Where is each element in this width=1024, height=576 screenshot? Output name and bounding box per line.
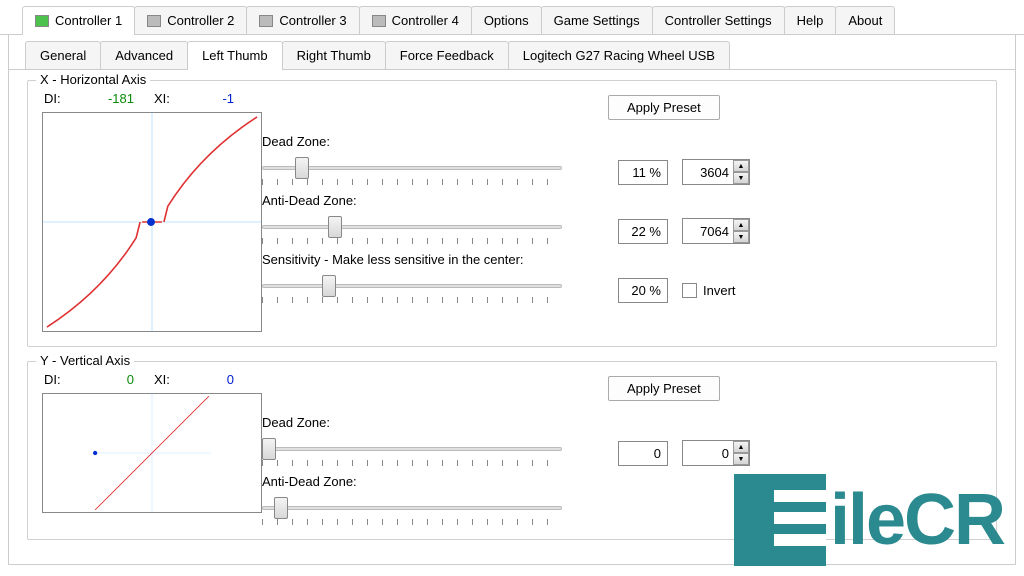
spinner-down-icon[interactable]: ▼: [733, 172, 749, 184]
x-sensitivity-pct: 20 %: [618, 278, 668, 303]
x-antideadzone-label: Anti-Dead Zone:: [262, 193, 982, 208]
x-invert-label: Invert: [703, 283, 736, 298]
y-deadzone-spinner[interactable]: ▲ ▼: [682, 440, 750, 466]
x-deadzone-slider[interactable]: [262, 159, 562, 185]
x-deadzone-label: Dead Zone:: [262, 134, 982, 149]
x-sensitivity-slider[interactable]: [262, 277, 562, 303]
main-tab-bar: Controller 1 Controller 2 Controller 3 Cont…: [0, 0, 1024, 35]
x-di-xi-readout: DI: -181 XI: -1: [42, 91, 262, 106]
y-axis-title: Y - Vertical Axis: [36, 353, 134, 368]
y-deadzone-label: Dead Zone:: [262, 415, 982, 430]
spinner-up-icon[interactable]: ▲: [733, 441, 749, 453]
x-antideadzone-slider[interactable]: [262, 218, 562, 244]
tab-label: Controller 4: [392, 13, 459, 28]
x-antideadzone-pct: 22 %: [618, 219, 668, 244]
tab-label: Controller Settings: [665, 13, 772, 28]
xi-value: 0: [184, 372, 234, 387]
controller-led-icon: [35, 15, 49, 27]
main-tab-options[interactable]: Options: [471, 6, 542, 34]
tab-label: Controller 3: [279, 13, 346, 28]
x-deadzone-spinner[interactable]: ▲ ▼: [682, 159, 750, 185]
di-label: DI:: [44, 372, 74, 387]
y-apply-preset-button[interactable]: Apply Preset: [608, 376, 720, 401]
tab-label: Controller 1: [55, 13, 122, 28]
tab-label: Help: [797, 13, 824, 28]
di-value: 0: [74, 372, 134, 387]
sub-tab-logitech-g27-racing-wheel-usb[interactable]: Logitech G27 Racing Wheel USB: [508, 41, 730, 69]
y-deadzone-pct: 0: [618, 441, 668, 466]
x-axis-group: X - Horizontal Axis DI: -181 XI: -1: [27, 80, 997, 347]
x-invert-checkbox[interactable]: Invert: [682, 283, 736, 298]
tab-label: Options: [484, 13, 529, 28]
x-apply-preset-button[interactable]: Apply Preset: [608, 95, 720, 120]
y-di-xi-readout: DI: 0 XI: 0: [42, 372, 262, 387]
y-deadzone-input[interactable]: [683, 441, 733, 465]
spinner-down-icon[interactable]: ▼: [733, 453, 749, 465]
main-tab-about[interactable]: About: [835, 6, 895, 34]
sub-tab-advanced[interactable]: Advanced: [100, 41, 188, 69]
x-deadzone-pct: 11 %: [618, 160, 668, 185]
main-tab-game-settings[interactable]: Game Settings: [541, 6, 653, 34]
controller-led-icon: [259, 15, 273, 27]
spinner-up-icon[interactable]: ▲: [733, 160, 749, 172]
spinner-up-icon[interactable]: ▲: [733, 219, 749, 231]
x-axis-graph: [42, 112, 262, 332]
main-tab-controller-1[interactable]: Controller 1: [22, 6, 135, 35]
filecr-watermark: ileCR: [734, 474, 1004, 566]
y-antideadzone-slider[interactable]: [262, 499, 562, 525]
sub-tab-bar: GeneralAdvancedLeft ThumbRight ThumbForc…: [9, 35, 1015, 70]
tab-label: Controller 2: [167, 13, 234, 28]
di-label: DI:: [44, 91, 74, 106]
checkbox-icon[interactable]: [682, 283, 697, 298]
x-axis-title: X - Horizontal Axis: [36, 72, 150, 87]
xi-label: XI:: [154, 91, 184, 106]
sub-tab-right-thumb[interactable]: Right Thumb: [282, 41, 386, 69]
x-antideadzone-spinner[interactable]: ▲ ▼: [682, 218, 750, 244]
spinner-down-icon[interactable]: ▼: [733, 231, 749, 243]
sub-tab-force-feedback[interactable]: Force Feedback: [385, 41, 509, 69]
xi-value: -1: [184, 91, 234, 106]
sub-tab-left-thumb[interactable]: Left Thumb: [187, 41, 283, 70]
controller-led-icon: [372, 15, 386, 27]
xi-label: XI:: [154, 372, 184, 387]
sub-tab-general[interactable]: General: [25, 41, 101, 69]
main-tab-help[interactable]: Help: [784, 6, 837, 34]
main-tab-controller-3[interactable]: Controller 3: [246, 6, 359, 34]
di-value: -181: [74, 91, 134, 106]
tab-label: Game Settings: [554, 13, 640, 28]
y-axis-graph: [42, 393, 262, 513]
x-deadzone-input[interactable]: [683, 160, 733, 184]
controller-led-icon: [147, 15, 161, 27]
main-tab-controller-settings[interactable]: Controller Settings: [652, 6, 785, 34]
main-tab-controller-4[interactable]: Controller 4: [359, 6, 472, 34]
x-sensitivity-label: Sensitivity - Make less sensitive in the…: [262, 252, 982, 267]
main-tab-controller-2[interactable]: Controller 2: [134, 6, 247, 34]
y-deadzone-slider[interactable]: [262, 440, 562, 466]
x-antideadzone-input[interactable]: [683, 219, 733, 243]
tab-label: About: [848, 13, 882, 28]
